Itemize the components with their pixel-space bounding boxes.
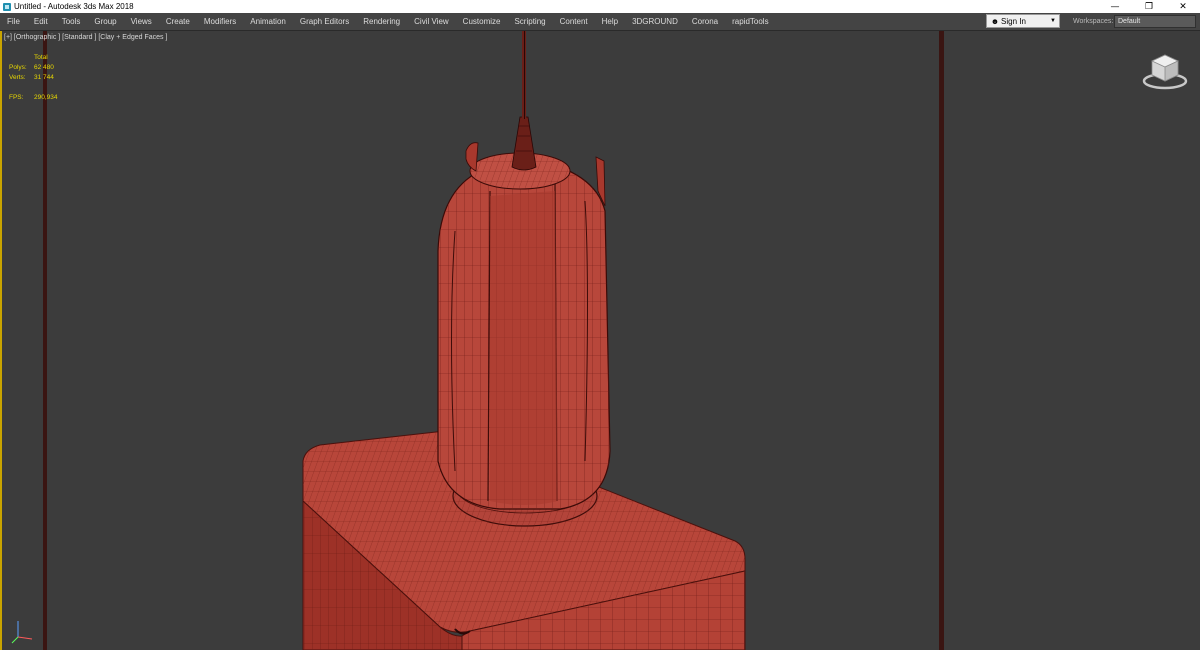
- guide-line-right: [939, 31, 944, 650]
- title-bar: Untitled - Autodesk 3ds Max 2018 — ❐ ✕: [0, 0, 1200, 13]
- wire-object[interactable]: [511, 31, 537, 171]
- guide-line-left: [43, 31, 47, 650]
- stats-verts-label: Verts:: [9, 74, 26, 81]
- menu-help[interactable]: Help: [595, 13, 625, 30]
- menu-3dground[interactable]: 3DGROUND: [625, 13, 685, 30]
- stats-polys-row: Polys: 62 480: [9, 63, 74, 73]
- window-controls: — ❐ ✕: [1098, 0, 1200, 13]
- menu-rapidtools[interactable]: rapidTools: [725, 13, 775, 30]
- stats-polys-value: 62 480: [34, 64, 54, 71]
- active-viewport-border: [0, 31, 2, 650]
- menu-modifiers[interactable]: Modifiers: [197, 13, 243, 30]
- viewport-label-menu[interactable]: [+] [Orthographic ] [Standard ] [Clay + …: [4, 34, 167, 41]
- workspaces-select[interactable]: Default: [1114, 15, 1196, 28]
- workspaces-value: Default: [1118, 18, 1141, 25]
- restore-button[interactable]: ❐: [1132, 0, 1166, 13]
- sign-in-dropdown[interactable]: ☻ Sign In ▼: [986, 14, 1060, 28]
- menu-corona[interactable]: Corona: [685, 13, 725, 30]
- workspaces-label: Workspaces:: [1073, 18, 1114, 25]
- menu-tools[interactable]: Tools: [55, 13, 88, 30]
- menu-civil-view[interactable]: Civil View: [407, 13, 456, 30]
- stats-fps-label: FPS:: [9, 94, 24, 101]
- stats-fps-row: FPS: 290,934: [9, 93, 74, 103]
- menu-content[interactable]: Content: [553, 13, 595, 30]
- stats-header: Total: [34, 54, 48, 61]
- menu-graph-editors[interactable]: Graph Editors: [293, 13, 356, 30]
- stats-verts-row: Verts: 31 744: [9, 73, 74, 83]
- minimize-button[interactable]: —: [1098, 0, 1132, 13]
- close-button[interactable]: ✕: [1166, 0, 1200, 13]
- menu-rendering[interactable]: Rendering: [356, 13, 407, 30]
- 3dsmax-app-icon[interactable]: [3, 2, 11, 11]
- axis-tripod-icon: [11, 621, 33, 644]
- viewport-statistics: Total Polys: 62 480 Verts: 31 744 FPS: 2…: [9, 53, 74, 103]
- menu-create[interactable]: Create: [159, 13, 197, 30]
- window-title: Untitled - Autodesk 3ds Max 2018: [14, 2, 134, 11]
- user-icon: ☻: [990, 16, 1000, 26]
- sign-in-label: Sign In: [1001, 16, 1026, 26]
- viewcube-icon[interactable]: [1140, 49, 1190, 93]
- perspective-viewport[interactable]: [+] [Orthographic ] [Standard ] [Clay + …: [0, 31, 1200, 650]
- bottle-object[interactable]: [437, 142, 611, 510]
- menu-group[interactable]: Group: [87, 13, 123, 30]
- menu-bar: File Edit Tools Group Views Create Modif…: [0, 13, 1200, 31]
- menu-animation[interactable]: Animation: [243, 13, 293, 30]
- menu-customize[interactable]: Customize: [456, 13, 508, 30]
- menu-views[interactable]: Views: [124, 13, 159, 30]
- menu-edit[interactable]: Edit: [27, 13, 55, 30]
- chevron-down-icon: ▼: [1050, 18, 1056, 24]
- stats-verts-value: 31 744: [34, 74, 54, 81]
- stats-fps-value: 290,934: [34, 94, 58, 101]
- menu-scripting[interactable]: Scripting: [507, 13, 552, 30]
- stats-polys-label: Polys:: [9, 64, 27, 71]
- menu-file[interactable]: File: [0, 13, 27, 30]
- scene-render: [43, 31, 944, 650]
